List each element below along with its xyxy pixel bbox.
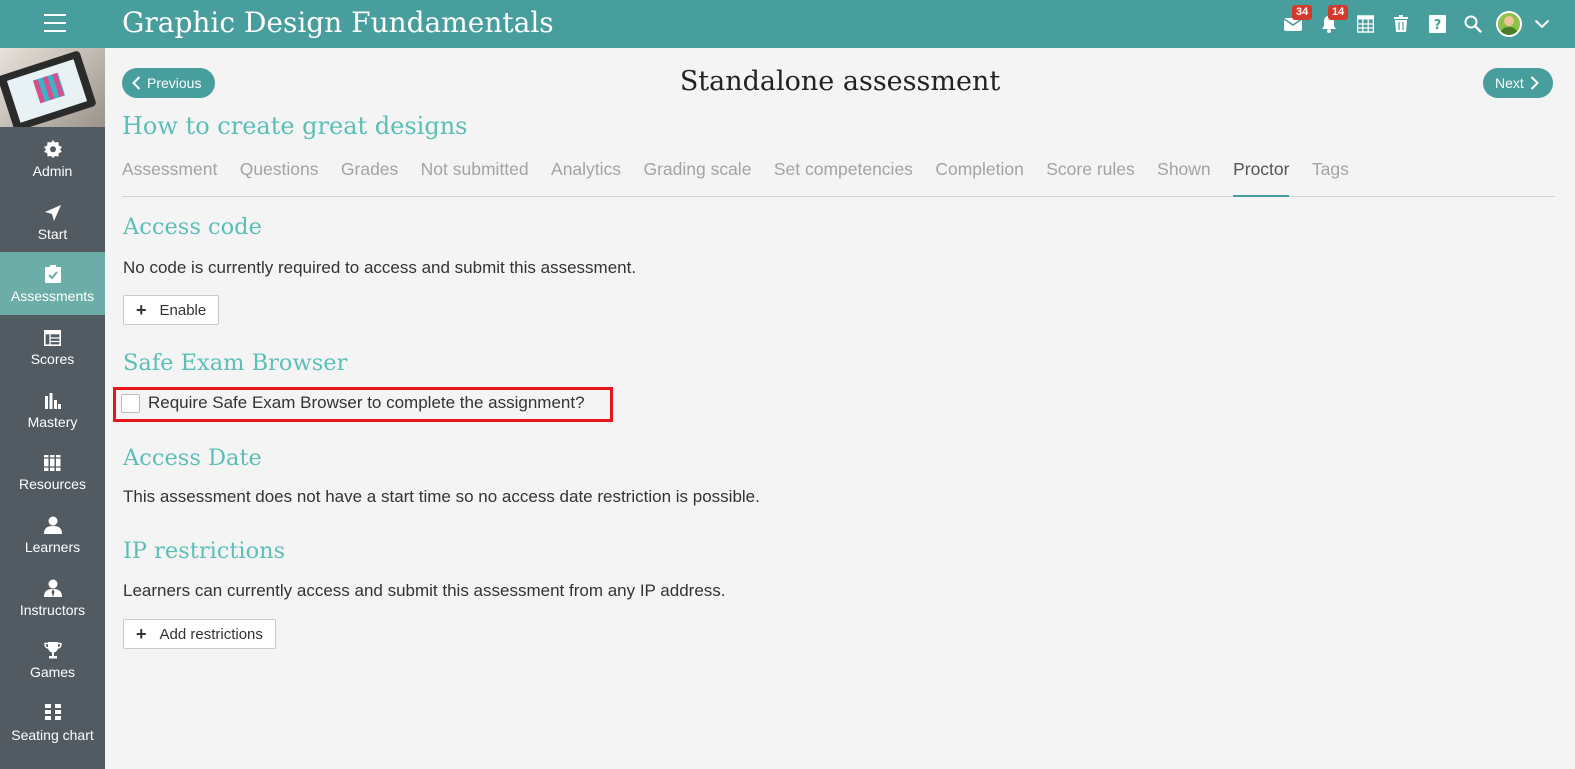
sidebar-item-label: Games xyxy=(29,664,76,681)
chevron-left-icon xyxy=(132,76,141,90)
access-code-heading: Access code xyxy=(123,214,262,240)
top-icon-bar: 34 14 ? xyxy=(1275,0,1557,48)
checkbox-icon xyxy=(44,265,61,284)
tab-grading-scale[interactable]: Grading scale xyxy=(643,158,751,197)
user-menu-button[interactable] xyxy=(1527,0,1557,48)
avatar xyxy=(1496,11,1522,37)
seating-icon xyxy=(44,704,61,721)
tab-score-rules[interactable]: Score rules xyxy=(1046,158,1135,197)
navigation-arrow-icon xyxy=(44,204,61,221)
safe-exam-checkbox-row: Require Safe Exam Browser to complete th… xyxy=(121,393,585,413)
add-restrictions-button[interactable]: + Add restrictions xyxy=(123,619,276,649)
sidebar-item-label: Assessments xyxy=(10,288,95,305)
search-icon xyxy=(1464,15,1482,33)
tab-not-submitted[interactable]: Not submitted xyxy=(421,158,529,197)
main-content: Standalone assessment Previous Next How … xyxy=(105,48,1575,769)
previous-button[interactable]: Previous xyxy=(122,68,215,98)
app-title: Graphic Design Fundamentals xyxy=(122,6,554,39)
plus-icon: + xyxy=(136,623,147,644)
person-icon xyxy=(43,516,62,534)
help-button[interactable]: ? xyxy=(1419,0,1455,48)
safe-exam-checkbox[interactable] xyxy=(121,393,140,413)
tab-proctor[interactable]: Proctor xyxy=(1233,158,1290,197)
chevron-down-icon xyxy=(1534,19,1550,29)
sidebar-item-assessments[interactable]: Assessments xyxy=(0,252,105,316)
messages-badge: 34 xyxy=(1292,5,1313,20)
tab-analytics[interactable]: Analytics xyxy=(551,158,621,197)
safe-exam-checkbox-label[interactable]: Require Safe Exam Browser to complete th… xyxy=(148,393,585,413)
calendar-button[interactable] xyxy=(1347,0,1383,48)
sidebar-item-instructors[interactable]: Instructors xyxy=(0,566,105,629)
tab-set-competencies[interactable]: Set competencies xyxy=(774,158,913,197)
search-button[interactable] xyxy=(1455,0,1491,48)
add-restrictions-label: Add restrictions xyxy=(159,625,263,643)
page-title: Standalone assessment xyxy=(679,66,1001,97)
tab-grades[interactable]: Grades xyxy=(341,158,398,197)
sidebar-item-label: Mastery xyxy=(27,413,78,430)
table-icon xyxy=(44,329,61,346)
sidebar-item-label: Instructors xyxy=(19,601,86,618)
chevron-right-icon xyxy=(1530,76,1539,90)
sidebar-item-learners[interactable]: Learners xyxy=(0,503,105,566)
access-date-heading: Access Date xyxy=(123,445,262,471)
instructor-icon xyxy=(43,579,62,597)
sidebar-item-label: Scores xyxy=(30,350,75,367)
next-button[interactable]: Next xyxy=(1483,68,1553,98)
sidebar-item-admin[interactable]: Admin xyxy=(0,127,105,190)
sidebar-item-label: Admin xyxy=(32,162,73,179)
sidebar: Admin Start Assessments Scores Mastery R… xyxy=(0,48,105,769)
tab-bar: Assessment Questions Grades Not submitte… xyxy=(122,158,1555,197)
calendar-icon xyxy=(1356,15,1374,33)
enable-button[interactable]: + Enable xyxy=(123,295,220,325)
sidebar-item-start[interactable]: Start xyxy=(0,190,105,253)
tab-assessment[interactable]: Assessment xyxy=(122,158,217,197)
user-avatar-button[interactable] xyxy=(1491,0,1527,48)
hamburger-menu-icon[interactable] xyxy=(44,14,66,32)
sidebar-item-mastery[interactable]: Mastery xyxy=(0,378,105,441)
sidebar-item-label: Resources xyxy=(19,476,86,493)
access-code-text: No code is currently required to access … xyxy=(123,258,637,277)
gear-icon xyxy=(43,139,62,158)
previous-label: Previous xyxy=(147,75,202,91)
trash-button[interactable] xyxy=(1383,0,1419,48)
tab-completion[interactable]: Completion xyxy=(935,158,1024,197)
help-icon: ? xyxy=(1428,15,1446,33)
sidebar-item-scores[interactable]: Scores xyxy=(0,315,105,378)
notifications-badge: 14 xyxy=(1328,5,1349,20)
top-bar: Graphic Design Fundamentals 34 14 ? xyxy=(0,0,1575,48)
course-thumbnail[interactable] xyxy=(0,48,105,127)
books-icon xyxy=(44,455,61,472)
plus-icon: + xyxy=(136,299,147,320)
access-date-text: This assessment does not have a start ti… xyxy=(123,487,760,506)
ip-restrictions-heading: IP restrictions xyxy=(123,538,286,564)
sidebar-item-seating-chart[interactable]: Seating chart xyxy=(0,691,105,754)
svg-text:?: ? xyxy=(1433,18,1441,33)
sidebar-item-label: Learners xyxy=(24,538,81,555)
tab-shown[interactable]: Shown xyxy=(1157,158,1211,197)
ip-restrictions-text: Learners can currently access and submit… xyxy=(123,581,726,600)
sidebar-item-resources[interactable]: Resources xyxy=(0,440,105,503)
safe-exam-heading: Safe Exam Browser xyxy=(123,350,348,376)
messages-button[interactable]: 34 xyxy=(1275,0,1313,48)
sidebar-item-label: Seating chart xyxy=(11,727,94,744)
tab-tags[interactable]: Tags xyxy=(1312,158,1349,197)
trophy-icon xyxy=(43,642,62,659)
assessment-subtitle: How to create great designs xyxy=(122,112,468,140)
notifications-button[interactable]: 14 xyxy=(1311,0,1349,48)
trash-icon xyxy=(1394,15,1408,32)
bar-chart-icon xyxy=(45,392,61,409)
sidebar-item-games[interactable]: Games xyxy=(0,629,105,692)
enable-label: Enable xyxy=(159,301,207,319)
sidebar-item-label: Start xyxy=(37,225,68,242)
tab-questions[interactable]: Questions xyxy=(240,158,319,197)
next-label: Next xyxy=(1495,75,1524,91)
